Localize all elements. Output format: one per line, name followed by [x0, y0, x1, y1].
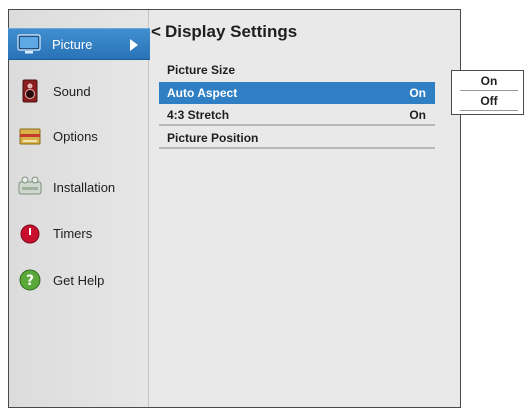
sidebar-item-options[interactable]: Options: [9, 119, 149, 153]
row-value: On: [409, 108, 426, 122]
row-value: On: [409, 86, 426, 100]
sidebar-item-get-help[interactable]: ? Get Help: [9, 263, 149, 297]
popup-option-off[interactable]: Off: [460, 92, 518, 111]
settings-window: Picture Sound Options Installation Timer…: [8, 9, 461, 408]
menu-row-auto-aspect[interactable]: Auto Aspect On: [159, 82, 435, 104]
row-label: Picture Position: [167, 131, 259, 145]
page-title: < Display Settings: [151, 22, 297, 42]
installation-icon: [17, 174, 43, 200]
tv-icon: [16, 31, 42, 57]
back-icon[interactable]: <: [151, 22, 161, 41]
main-panel: < Display Settings Picture Size Auto Aspe…: [151, 10, 460, 407]
page-title-text: Display Settings: [164, 22, 298, 41]
help-icon: ?: [17, 267, 43, 293]
svg-text:?: ?: [26, 273, 34, 289]
sidebar-item-label: Picture: [52, 36, 93, 52]
sidebar-item-sound[interactable]: Sound: [9, 74, 149, 108]
sidebar-item-label: Sound: [53, 83, 91, 99]
sidebar-item-label: Get Help: [53, 272, 105, 288]
sidebar-item-installation[interactable]: Installation: [9, 170, 149, 204]
popup-option-on[interactable]: On: [460, 72, 518, 91]
row-label: Auto Aspect: [167, 86, 238, 100]
menu-row-picture-size[interactable]: Picture Size: [159, 60, 435, 80]
sidebar: Picture Sound Options Installation Timer…: [8, 10, 150, 407]
row-label: 4:3 Stretch: [167, 108, 230, 122]
sidebar-item-label: Options: [53, 128, 98, 144]
menu-row-picture-position[interactable]: Picture Position: [159, 129, 435, 149]
value-popup: On Off: [451, 70, 524, 115]
row-label: Picture Size: [167, 63, 236, 77]
sidebar-item-timers[interactable]: Timers: [9, 216, 149, 250]
sidebar-item-picture[interactable]: Picture: [8, 28, 150, 60]
sidebar-item-label: Timers: [53, 225, 93, 241]
menu-row-4-3-stretch[interactable]: 4:3 Stretch On: [159, 106, 435, 126]
timer-icon: [17, 220, 43, 246]
chevron-right-icon: [130, 39, 138, 51]
sidebar-item-label: Installation: [53, 179, 116, 195]
options-icon: [17, 123, 43, 149]
speaker-icon: [17, 78, 43, 104]
